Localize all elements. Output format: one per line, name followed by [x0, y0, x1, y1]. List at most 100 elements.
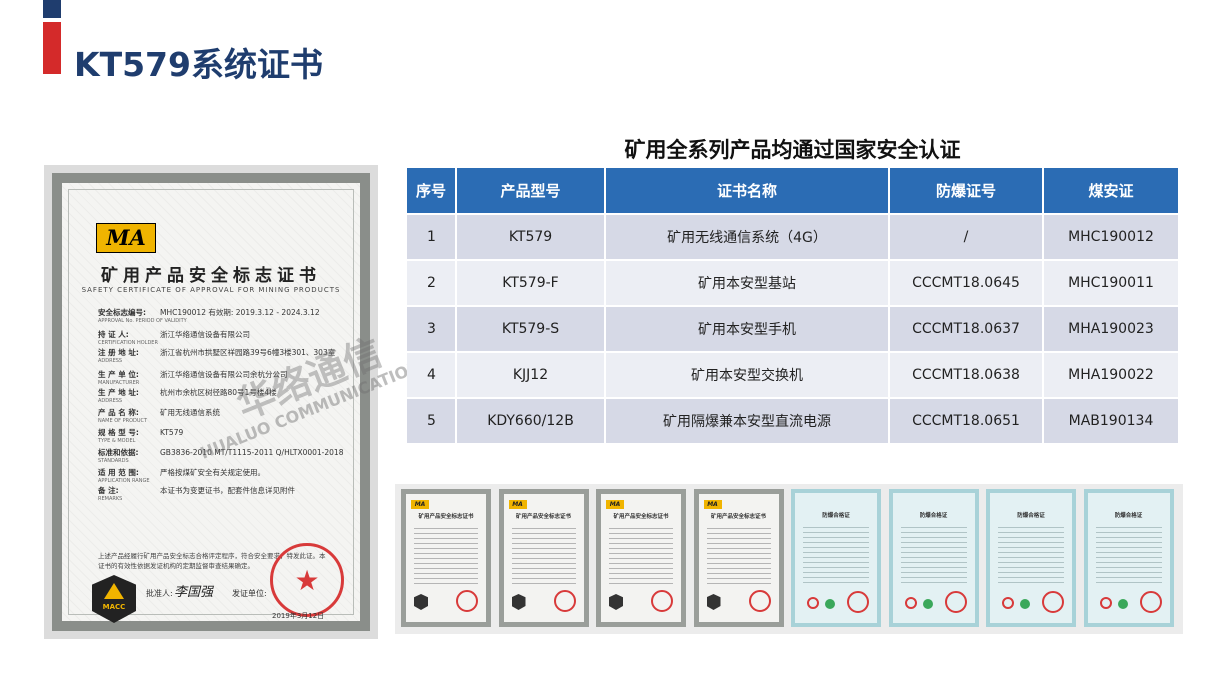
certificate-field: 备 注: 本证书为变更证书，配套件信息详见附件 REMARKS	[98, 485, 295, 502]
thumbnail-text-lines	[609, 524, 673, 586]
field-sub: REMARKS	[98, 496, 123, 502]
ma-logo: MA	[606, 500, 624, 509]
table-cell: 1	[407, 215, 455, 259]
ma-logo: MA	[703, 500, 722, 509]
column-header: 产品型号	[457, 168, 604, 213]
certificate-field: 生 产 单 位: 浙江华络通信设备有限公司余杭分公司 MANUFACTURER	[98, 369, 288, 386]
table-cell: 3	[407, 307, 455, 351]
table-cell: 矿用无线通信系统（4G）	[606, 215, 888, 259]
certificate-field: 规 格 型 号: KT579 TYPE & MODEL	[98, 427, 183, 444]
stamp-icon	[1002, 597, 1014, 609]
thumbnail-title: 矿用产品安全标志证书	[418, 514, 474, 520]
approver-label: 批准人:	[146, 589, 173, 598]
table-row: 1 KT579 矿用无线通信系统（4G） / MHC190012	[407, 215, 1178, 259]
table-row: 4 KJJ12 矿用本安型交换机 CCCMT18.0638 MHA190022	[407, 353, 1178, 397]
certificate-field: 标准和依据: GB3836-2010 MT/T1115-2011 Q/HLTX00…	[98, 447, 343, 464]
explosion-certificate-thumbnail: 防爆合格证	[986, 489, 1076, 627]
table-row: 2 KT579-F 矿用本安型基站 CCCMT18.0645 MHC190011	[407, 261, 1178, 305]
red-seal-icon	[1139, 591, 1162, 613]
macc-badge-icon: MACC	[92, 575, 136, 623]
field-label: 适 用 范 围:	[98, 468, 139, 477]
field-sub: TYPE & MODEL	[98, 438, 136, 444]
ma-logo: MA	[96, 223, 156, 253]
field-sub: NAME OF PRODUCT	[98, 418, 148, 424]
red-seal-icon	[944, 591, 967, 613]
macc-badge-icon	[414, 594, 428, 610]
red-seal-icon	[553, 590, 576, 612]
field-label: 备 注:	[98, 486, 119, 495]
field-value: GB3836-2010 MT/T1115-2011 Q/HLTX0001-201…	[160, 448, 344, 457]
green-mark-icon	[825, 599, 835, 609]
field-value: 严格按煤矿安全有关规定使用。	[160, 468, 265, 477]
safety-certificate-thumbnail: MA 矿用产品安全标志证书	[498, 489, 589, 627]
table-cell: CCCMT18.0645	[890, 261, 1042, 305]
table-cell: CCCMT18.0651	[890, 399, 1042, 443]
field-sub: CERTIFICATION HOLDER	[98, 340, 158, 346]
green-mark-icon	[922, 599, 933, 609]
table-cell: CCCMT18.0637	[890, 307, 1042, 351]
issue-date: 2019年3月12日	[272, 612, 325, 620]
green-mark-icon	[1020, 599, 1030, 609]
table-cell: 矿用隔爆兼本安型直流电源	[606, 399, 888, 443]
certificate-title: 矿用产品安全标志证书	[101, 266, 321, 286]
certificate-field: 生 产 地 址: 杭州市余杭区树径路80号1号楼4楼 ADDRESS	[98, 387, 277, 404]
field-value: KT579	[160, 428, 184, 437]
certificate-field: 注 册 地 址: 浙江省杭州市拱墅区祥园路39号6幢3楼301、303室 ADDRE…	[98, 347, 335, 364]
thumbnail-title: 防爆合格证	[919, 513, 948, 519]
thumbnail-title: 矿用产品安全标志证书	[613, 514, 669, 520]
certificate-field: 产 品 名 称: 矿用无线通信系统 NAME OF PRODUCT	[98, 407, 220, 424]
field-sub: APPROVAL No. PERIOD OF VALIDITY	[98, 318, 187, 324]
red-seal-icon	[456, 590, 478, 612]
table-cell: MHA190023	[1044, 307, 1178, 351]
table-cell: KT579	[457, 215, 604, 259]
macc-badge-icon	[706, 594, 721, 610]
field-sub: APPLICATION RANGE	[98, 478, 150, 484]
red-seal-icon	[748, 590, 771, 612]
certificate-field: 持 证 人: 浙江华络通信设备有限公司 CERTIFICATION HOLDER	[98, 329, 250, 346]
table-cell: CCCMT18.0638	[890, 353, 1042, 397]
field-value: 浙江华络通信设备有限公司	[160, 330, 250, 339]
field-sub: ADDRESS	[98, 358, 123, 364]
field-label: 规 格 型 号:	[98, 428, 139, 437]
green-mark-icon	[1117, 599, 1128, 609]
field-sub: ADDRESS	[98, 398, 123, 404]
thumbnail-title: 矿用产品安全标志证书	[710, 514, 766, 520]
macc-badge-text: MACC	[102, 603, 126, 611]
table-cell: 2	[407, 261, 455, 305]
column-header: 序号	[407, 168, 455, 213]
certification-table: 序号 产品型号 证书名称 防爆证号 煤安证 1 KT579 矿用无线通信系统（4G）…	[405, 166, 1180, 445]
thumbnail-text-lines	[511, 524, 576, 586]
issuer-label: 发证单位:	[232, 589, 267, 598]
field-label: 安全标志编号:	[98, 308, 146, 317]
field-sub: MANUFACTURER	[98, 380, 140, 386]
field-value: 浙江华络通信设备有限公司余杭分公司	[160, 370, 288, 379]
table-cell: KDY660/12B	[457, 399, 604, 443]
field-value: MHC190012 有效期: 2019.3.12 - 2024.3.12	[160, 308, 320, 317]
table-row: 3 KT579-S 矿用本安型手机 CCCMT18.0637 MHA190023	[407, 307, 1178, 351]
field-value: 浙江省杭州市拱墅区祥园路39号6幢3楼301、303室	[160, 348, 336, 357]
certificate-frame: MA 矿用产品安全标志证书 SAFETY CERTIFICATE OF APPR…	[52, 173, 434, 631]
explosion-certificate-thumbnail: 防爆合格证	[1083, 489, 1174, 627]
table-cell: 矿用本安型交换机	[606, 353, 888, 397]
explosion-certificate-thumbnail: 防爆合格证	[791, 489, 881, 627]
thumbnail-text-lines	[900, 523, 967, 585]
accent-bar-red	[43, 22, 61, 74]
table-cell: KJJ12	[457, 353, 604, 397]
table-row: 5 KDY660/12B 矿用隔爆兼本安型直流电源 CCCMT18.0651 MAB19…	[407, 399, 1178, 443]
table-cell: 矿用本安型基站	[606, 261, 888, 305]
table-header-row: 序号 产品型号 证书名称 防爆证号 煤安证	[407, 168, 1178, 213]
red-seal-icon: ★	[270, 543, 344, 617]
page-title: KT579系统证书	[74, 45, 323, 84]
field-label: 标准和依据:	[98, 448, 139, 457]
table-cell: MAB190134	[1044, 399, 1178, 443]
field-label: 产 品 名 称:	[98, 408, 139, 417]
field-label: 生 产 地 址:	[98, 388, 139, 397]
stamp-icon	[807, 597, 819, 609]
thumbnail-title: 矿用产品安全标志证书	[515, 514, 571, 520]
macc-badge-icon	[609, 594, 623, 610]
table-cell: 矿用本安型手机	[606, 307, 888, 351]
ma-logo: MA	[411, 500, 429, 509]
thumbnail-title: 防爆合格证	[1114, 513, 1143, 519]
stamp-icon	[904, 597, 917, 609]
certificate-thumbnails: MA 矿用产品安全标志证书 MA 矿用产品安全标志证书 MA 矿用产品安全标志证书 MA 矿用…	[395, 484, 1183, 634]
